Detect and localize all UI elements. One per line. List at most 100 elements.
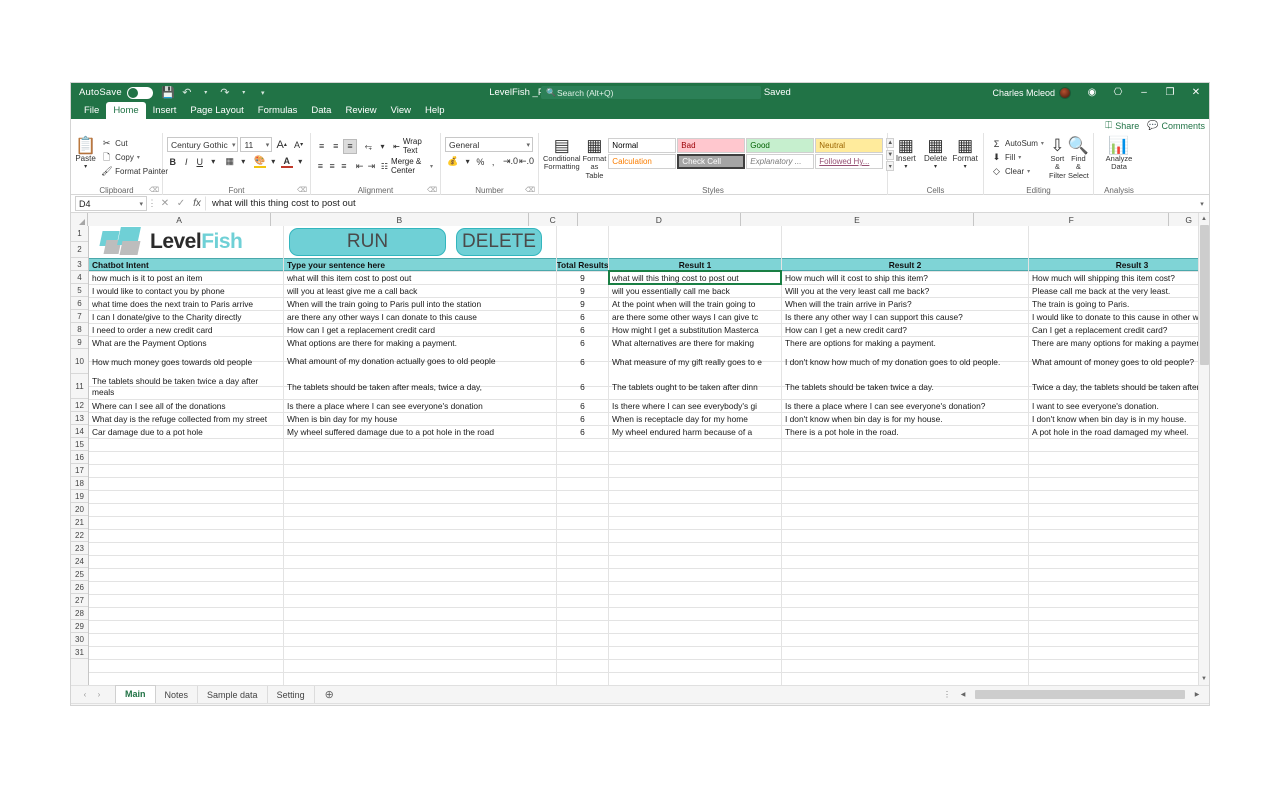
merge-center-button[interactable]: ☷ Merge & Center ▾ (378, 157, 436, 175)
column-header-f[interactable]: F (974, 213, 1170, 226)
cell-e6[interactable]: When will the train arrive in Paris? (782, 297, 1028, 310)
cell-b12[interactable]: Is there a place where I can see everyon… (284, 399, 556, 412)
tab-formulas[interactable]: Formulas (251, 102, 305, 119)
hscroll-right-icon[interactable]: ▶ (1191, 691, 1203, 698)
hscroll-left-icon[interactable]: ◀ (957, 691, 969, 698)
cell-c9[interactable]: 6 (557, 336, 608, 349)
row-header-1[interactable]: 1 (71, 226, 88, 242)
header-result-2[interactable]: Result 2 (782, 258, 1028, 271)
insert-function-icon[interactable]: fx (189, 198, 205, 209)
close-button[interactable]: ✕ (1183, 83, 1209, 102)
cell-f4[interactable]: How much will shipping this item cost? (1029, 271, 1209, 284)
vertical-scroll-thumb[interactable] (1200, 225, 1209, 365)
style-calculation[interactable]: Calculation (608, 154, 677, 169)
normal-view-icon[interactable]: ▦ (1013, 705, 1029, 706)
row-header-17[interactable]: 17 (71, 464, 88, 477)
underline-button[interactable]: U (194, 154, 206, 169)
accounting-dropdown-icon[interactable]: ▾ (462, 154, 474, 169)
cell-c14[interactable]: 6 (557, 425, 608, 438)
cell-d6[interactable]: At the point when will the train going t… (609, 297, 781, 310)
comments-button[interactable]: 💬 Comments (1147, 120, 1205, 131)
cell-f13[interactable]: I don't know when bin day is in my house… (1029, 412, 1209, 425)
align-center-icon[interactable]: ≡ (327, 159, 338, 174)
scroll-down-icon[interactable]: ▼ (1199, 673, 1209, 685)
cell-styles-gallery[interactable]: Normal Bad Good Neutral Calculation Chec… (608, 138, 884, 169)
row-header-4[interactable]: 4 (71, 271, 88, 284)
delete-button[interactable]: DELETE (456, 228, 542, 256)
cell-d9[interactable]: What alternatives are there for making (609, 336, 781, 349)
undo-dropdown-icon[interactable]: ▾ (197, 84, 215, 102)
cell-e10[interactable]: I don't know how much of my donation goe… (782, 349, 1028, 374)
row-header-26[interactable]: 26 (71, 581, 88, 594)
copy-dropdown-icon[interactable]: ▾ (137, 154, 140, 161)
cell-f9[interactable]: There are many options for making a paym… (1029, 336, 1209, 349)
autosum-button[interactable]: Σ AutoSum ▾ (988, 137, 1047, 150)
increase-font-size-button[interactable]: A ▴ (274, 137, 289, 152)
cell-c6[interactable]: 9 (557, 297, 608, 310)
cell-a9[interactable]: What are the Payment Options (89, 336, 283, 349)
cell-e11[interactable]: The tablets should be taken twice a day. (782, 374, 1028, 399)
row-header-9[interactable]: 9 (71, 336, 88, 349)
cell-b7[interactable]: are there any other ways I can donate to… (284, 310, 556, 323)
search-input[interactable]: 🔍 Search (Alt+Q) (541, 86, 761, 99)
cell-e12[interactable]: Is there a place where I can see everyon… (782, 399, 1028, 412)
row-header-19[interactable]: 19 (71, 490, 88, 503)
tab-page-layout[interactable]: Page Layout (183, 102, 250, 119)
select-all-corner[interactable] (71, 213, 89, 226)
run-button[interactable]: RUN (289, 228, 446, 256)
cell-a12[interactable]: Where can I see all of the donations (89, 399, 283, 412)
row-header-7[interactable]: 7 (71, 310, 88, 323)
cell-d7[interactable]: are there some other ways I can give tc (609, 310, 781, 323)
row-header-14[interactable]: 14 (71, 425, 88, 438)
cell-f10[interactable]: What amount of money goes to old people? (1029, 349, 1209, 374)
format-cells-button[interactable]: ▦ Format ▾ (951, 135, 979, 170)
sheet-tab-main[interactable]: Main (115, 684, 156, 704)
sheet-prev-icon[interactable]: ‹ (79, 690, 91, 699)
save-icon[interactable]: 💾 (159, 84, 177, 102)
header-type-sentence[interactable]: Type your sentence here (284, 258, 556, 271)
fill-button[interactable]: ⬇ Fill ▾ (988, 151, 1047, 164)
increase-decimal-icon[interactable]: ⇥.0 (503, 154, 518, 169)
increase-indent-icon[interactable]: ⇥ (366, 159, 377, 174)
cell-f6[interactable]: The train is going to Paris. (1029, 297, 1209, 310)
cell-d5[interactable]: will you essentially call me back (609, 284, 781, 297)
name-box[interactable]: D4 ▾ (75, 196, 147, 211)
font-color-dropdown-icon[interactable]: ▾ (295, 154, 307, 169)
cell-d12[interactable]: Is there where I can see everybody's gi (609, 399, 781, 412)
cell-b8[interactable]: How can I get a replacement credit card (284, 323, 556, 336)
row-header-21[interactable]: 21 (71, 516, 88, 529)
style-followed-hyperlink[interactable]: Followed Hy... (815, 154, 884, 169)
fill-color-icon[interactable]: 🎨 (254, 155, 266, 168)
chevron-down-icon[interactable]: ▾ (139, 200, 143, 208)
orientation-icon[interactable]: ⥆ (362, 139, 375, 154)
insert-dropdown-icon[interactable]: ▾ (904, 164, 907, 171)
wrap-text-button[interactable]: ⇤ Wrap Text (390, 137, 436, 155)
borders-dropdown-icon[interactable]: ▾ (238, 154, 250, 169)
restore-button[interactable]: ❐ (1157, 83, 1183, 102)
align-right-icon[interactable]: ≡ (339, 159, 350, 174)
format-painter-button[interactable]: 🖌 Format Painter (98, 165, 171, 178)
tab-view[interactable]: View (384, 102, 418, 119)
cell-d8[interactable]: How might I get a substitution Masterca (609, 323, 781, 336)
row-header-10[interactable]: 10 (71, 349, 88, 374)
number-format-combo[interactable]: General ▾ (445, 137, 533, 152)
cell-d13[interactable]: When is receptacle day for my home (609, 412, 781, 425)
style-explanatory[interactable]: Explanatory ... (746, 154, 815, 169)
header-total-results[interactable]: Total Results (557, 258, 608, 271)
minimize-button[interactable]: – (1131, 83, 1157, 102)
cell-b10[interactable]: What amount of my donation actually goes… (284, 349, 556, 374)
cell-c7[interactable]: 6 (557, 310, 608, 323)
row-header-16[interactable]: 16 (71, 451, 88, 464)
cell-e9[interactable]: There are options for making a payment. (782, 336, 1028, 349)
align-top-icon[interactable]: ≡ (315, 139, 328, 154)
row-header-12[interactable]: 12 (71, 399, 88, 412)
sheet-tab-sample-data[interactable]: Sample data (198, 685, 268, 704)
cell-a5[interactable]: I would like to contact you by phone (89, 284, 283, 297)
cell-b9[interactable]: What options are there for making a paym… (284, 336, 556, 349)
row-header-6[interactable]: 6 (71, 297, 88, 310)
row-header-31[interactable]: 31 (71, 646, 88, 659)
page-break-preview-icon[interactable]: ▢ (1061, 705, 1077, 706)
cell-a10[interactable]: How much money goes towards old people (89, 349, 283, 374)
analyze-data-button[interactable]: 📊 Analyze Data (1099, 135, 1139, 172)
cell-a8[interactable]: I need to order a new credit card (89, 323, 283, 336)
